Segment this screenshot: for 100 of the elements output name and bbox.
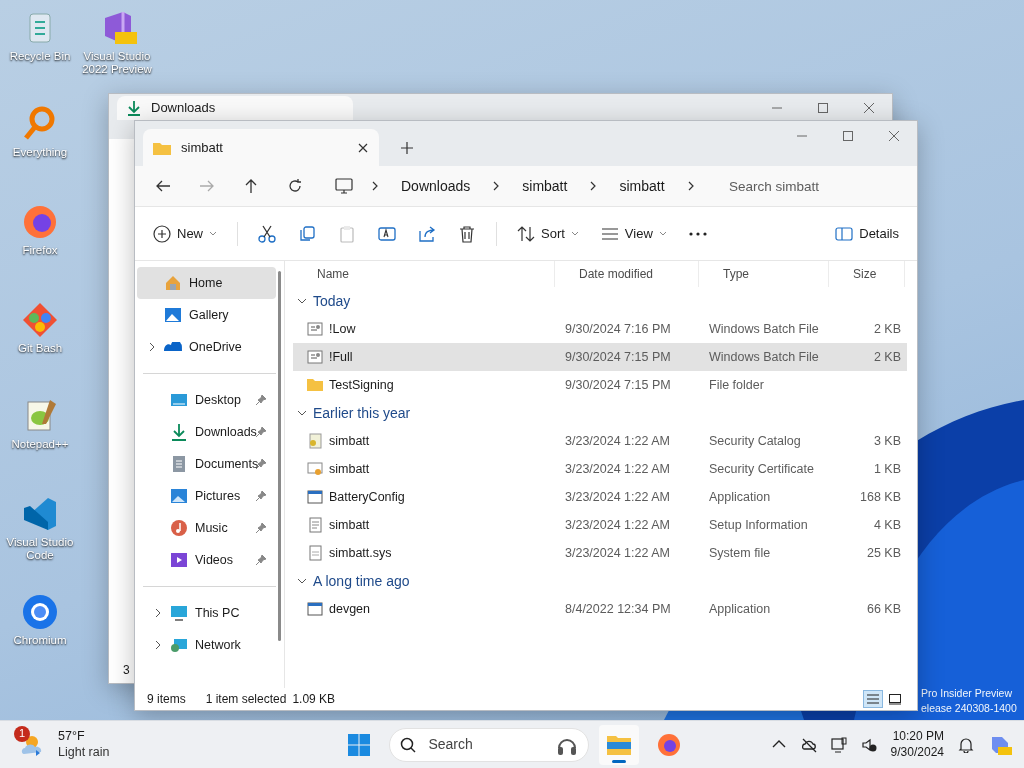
network-icon (170, 636, 188, 654)
breadcrumb-link[interactable]: simbatt (609, 171, 675, 201)
add-tab-icon[interactable] (401, 142, 413, 154)
monitor-icon[interactable] (335, 178, 353, 194)
sidebar-item[interactable]: Desktop (143, 384, 270, 416)
bell-icon[interactable] (958, 736, 974, 753)
group-header[interactable]: Today (293, 287, 907, 315)
sidebar-item[interactable]: Downloads (143, 416, 270, 448)
type-cell-text: System file (709, 544, 771, 562)
size-cell-text: 168 KB (860, 488, 901, 506)
download-icon (127, 100, 141, 116)
file-icon (307, 433, 323, 449)
temperature-text: 57°F (58, 728, 86, 745)
sort-button[interactable]: Sort (509, 216, 587, 251)
file-icon (307, 321, 323, 337)
close-icon[interactable] (357, 141, 369, 154)
chevron-right-icon (155, 640, 161, 650)
notification-badge: 1 (14, 725, 30, 742)
refresh-icon[interactable] (287, 178, 303, 194)
download-icon (170, 423, 188, 441)
size-cell-text: 25 KB (866, 544, 901, 562)
details-button[interactable]: Details (827, 216, 907, 251)
date-cell-text: 8/4/2022 12:34 PM (565, 600, 671, 618)
selection-size: 1.09 KB (292, 691, 336, 708)
file-row[interactable]: simbatt 3/23/2024 1:22 AM Setup Information 4 KB (293, 511, 907, 539)
windows-start-icon[interactable] (347, 732, 372, 757)
monitor-icon (170, 391, 188, 409)
maximize-icon[interactable] (817, 102, 829, 114)
file-name: !Full (329, 348, 353, 366)
app-shortcut-icon[interactable] (20, 592, 60, 632)
chevron-right-icon[interactable] (492, 181, 501, 191)
document-icon (170, 455, 188, 473)
chevron-right-icon[interactable] (686, 181, 695, 191)
date-cell-text: 3/23/2024 1:22 AM (565, 516, 670, 534)
monitor-icon[interactable] (830, 736, 847, 753)
browser-icon (656, 732, 683, 757)
file-row[interactable]: TestSigning 9/30/2024 7:15 PM File folder (293, 371, 907, 399)
size-cell-text: 1 KB (873, 460, 901, 478)
file-icon (307, 461, 323, 477)
copy-icon (298, 224, 316, 243)
cloud-off-icon[interactable] (800, 736, 817, 753)
item-count: 9 items (147, 691, 186, 708)
column-header[interactable]: Date modified (555, 261, 699, 287)
share-icon (418, 224, 436, 243)
file-icon (307, 545, 323, 561)
window-tab[interactable]: simbatt (143, 129, 379, 166)
breadcrumb-link[interactable]: simbatt (512, 171, 578, 201)
type-cell-text: Windows Batch File (709, 348, 819, 366)
clipboard-icon (338, 224, 356, 243)
breadcrumb-link[interactable]: Downloads (391, 171, 481, 201)
new-button[interactable]: New (145, 216, 225, 251)
file-row[interactable]: simbatt 3/23/2024 1:22 AM Security Catalog 3 KB (293, 427, 907, 455)
view-button[interactable]: View (592, 216, 675, 251)
file-row[interactable]: !Full 9/30/2024 7:15 PM Windows Batch File 2 KB (293, 343, 907, 371)
file-icon (307, 517, 323, 533)
chevron-right-icon[interactable] (589, 181, 598, 191)
file-row[interactable]: devgen 8/4/2022 12:34 PM Application 66 KB (293, 595, 907, 623)
more-icon (688, 231, 707, 236)
list-icon (600, 226, 619, 241)
window-tab[interactable]: Downloads (117, 96, 353, 120)
maximize-icon[interactable] (842, 130, 854, 142)
sidebar-item[interactable]: Home (137, 267, 276, 299)
music-note-icon (170, 519, 188, 537)
date-cell-text: 3/23/2024 1:22 AM (565, 432, 670, 450)
watermark-text: Pro Insider Preview (921, 686, 1013, 701)
chevron-right-icon[interactable] (371, 181, 379, 191)
taskbar-app[interactable] (599, 724, 640, 765)
sidebar-item[interactable]: This PC (143, 597, 270, 629)
file-name: simbatt (329, 516, 370, 534)
list-icon (866, 693, 880, 705)
column-header[interactable]: Type (699, 261, 829, 287)
up-icon[interactable] (243, 178, 259, 194)
file-name: TestSigning (329, 376, 394, 394)
group-header[interactable]: A long time ago (293, 567, 907, 595)
cloud-icon (164, 342, 182, 352)
column-header[interactable]: Size (829, 261, 905, 287)
sidebar-item[interactable]: Documents (143, 448, 270, 480)
column-header[interactable]: Name (293, 261, 555, 287)
scissors-icon (258, 224, 276, 243)
speaker-muted-icon[interactable] (860, 736, 877, 753)
picture-icon (164, 306, 182, 324)
sort-icon (517, 224, 535, 243)
clock-time[interactable]: 10:20 PM (890, 728, 944, 745)
sidebar-item[interactable]: Music (143, 512, 270, 544)
back-icon[interactable] (155, 178, 171, 194)
sidebar-item[interactable]: Pictures (143, 480, 270, 512)
scrollbar-thumb[interactable] (278, 271, 281, 641)
sidebar-item[interactable]: Gallery (137, 299, 276, 331)
file-row[interactable]: !Low 9/30/2024 7:16 PM Windows Batch File 2 KB (293, 315, 907, 343)
file-row[interactable]: simbatt.sys 3/23/2024 1:22 AM System file 25 KB (293, 539, 907, 567)
search-field[interactable]: Search (426, 733, 547, 756)
group-header[interactable]: Earlier this year (293, 399, 907, 427)
file-name: simbatt (329, 460, 370, 478)
sidebar-item[interactable]: OneDrive (137, 331, 276, 363)
clock-date[interactable]: 9/30/2024 (890, 744, 944, 761)
file-row[interactable]: simbatt 3/23/2024 1:22 AM Security Certificate 1 KB (293, 455, 907, 483)
file-row[interactable]: BatteryConfig 3/23/2024 1:22 AM Application 168 KB (293, 483, 907, 511)
sidebar-item[interactable]: Network (143, 629, 270, 661)
taskbar-search[interactable]: Search (389, 727, 590, 762)
sidebar-item[interactable]: Videos (143, 544, 270, 576)
